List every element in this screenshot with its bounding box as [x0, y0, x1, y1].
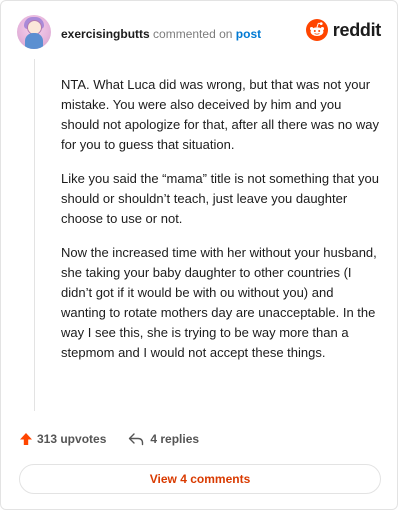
comment-paragraph-1: NTA. What Luca did was wrong, but that w…: [61, 77, 379, 152]
comment-actions: 313 upvotes 4 replies: [19, 429, 199, 449]
thread-line[interactable]: [34, 59, 35, 411]
reply-arrow-icon: [129, 433, 144, 446]
upvote-arrow-icon: [20, 433, 32, 445]
reply-count: 4 replies: [150, 432, 200, 446]
byline: exercisingbutts commented on post: [61, 27, 261, 41]
upvote-button[interactable]: 313 upvotes: [19, 432, 106, 446]
replies-button[interactable]: 4 replies: [128, 432, 199, 446]
comment-paragraph-3: Now the increased time with her without …: [61, 245, 377, 360]
username-link[interactable]: exercisingbutts: [61, 27, 150, 41]
comment-card: exercisingbutts commented on post reddit…: [0, 0, 398, 510]
commented-on-text: commented on: [153, 27, 233, 41]
comment-header: exercisingbutts commented on post reddit: [1, 1, 397, 61]
avatar-body: [25, 33, 43, 49]
user-avatar[interactable]: [17, 15, 51, 49]
comment-paragraph-2: Like you said the “mama” title is not so…: [61, 171, 379, 226]
reddit-logo[interactable]: reddit: [305, 19, 382, 41]
post-link[interactable]: post: [236, 27, 261, 41]
reddit-logo-text: reddit: [332, 19, 382, 40]
view-comments-button[interactable]: View 4 comments: [19, 464, 381, 494]
upvote-count: 313 upvotes: [37, 432, 107, 446]
reddit-logo-icon: [305, 19, 328, 41]
comment-body: NTA. What Luca did was wrong, but that w…: [61, 75, 381, 377]
